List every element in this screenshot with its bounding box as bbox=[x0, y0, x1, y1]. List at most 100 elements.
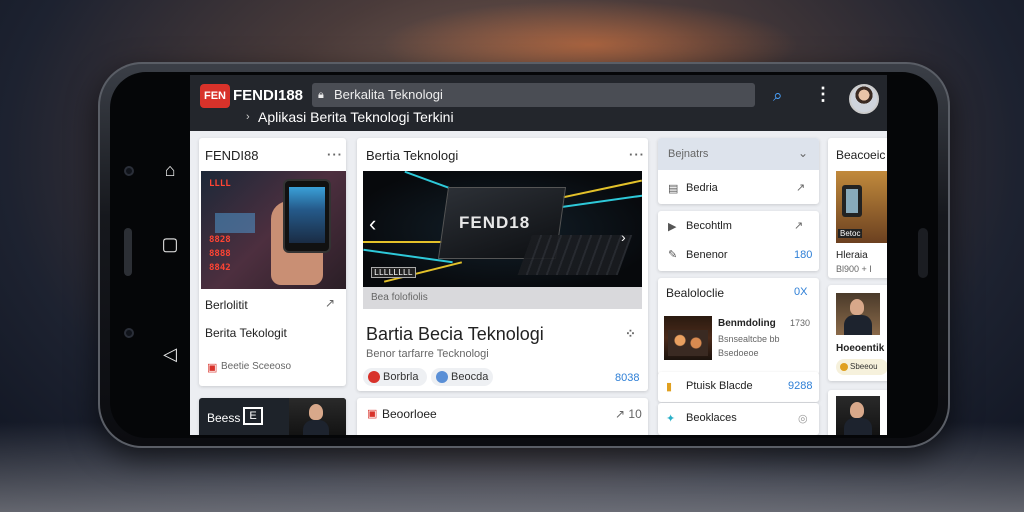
card-more-icon[interactable]: ··· bbox=[629, 147, 645, 162]
comment-label: Beocda bbox=[451, 371, 489, 383]
card-image[interactable]: LLLL 8828 8888 8842 bbox=[201, 171, 346, 289]
settings-icon[interactable]: ◎ bbox=[798, 413, 808, 425]
bookmark-icon: ✦ bbox=[666, 413, 676, 425]
sidebar-menu-card: Bejnatrs ⌄ ▤ Bedria ↗ bbox=[658, 138, 819, 204]
share-icon[interactable]: ↗ bbox=[794, 219, 803, 232]
card-headline[interactable]: Berita Tekologit bbox=[205, 326, 287, 340]
news-card-left-2[interactable]: Beess E bbox=[199, 398, 346, 435]
lock-icon: 🔒︎ bbox=[318, 89, 324, 101]
row-label: Beoklaces bbox=[686, 412, 737, 424]
chip-label: FEND18 bbox=[459, 213, 531, 232]
chevron-right-icon[interactable]: › bbox=[621, 229, 626, 245]
chevron-down-icon: ⌄ bbox=[798, 146, 809, 160]
image-text: 8842 bbox=[209, 263, 231, 273]
phone-nav-bar: ⌂ ▢ ◁ bbox=[148, 160, 192, 380]
sidebar-item-2[interactable]: Becohtlm bbox=[686, 220, 732, 232]
share-icon[interactable]: ↗ bbox=[796, 181, 805, 194]
image-text: 8828 bbox=[209, 235, 231, 245]
side-button bbox=[124, 228, 132, 276]
url-text: Berkalita Teknologi bbox=[334, 87, 443, 102]
speaker-slot bbox=[918, 228, 928, 278]
featured-article-card[interactable]: Bertia Teknologi ··· FEND18 ‹ › LLLLLLLL… bbox=[357, 138, 648, 391]
app-logo[interactable]: FEN bbox=[200, 84, 230, 108]
card-image[interactable]: Betoc bbox=[836, 171, 887, 243]
url-bar[interactable]: 🔒︎ Berkalita Teknologi bbox=[312, 83, 755, 107]
grid-menu-icon[interactable]: ⁘ bbox=[625, 326, 637, 342]
dropdown-value: Bejnatrs bbox=[668, 148, 709, 160]
card-sub: Hleraia bbox=[836, 250, 868, 261]
home-icon[interactable]: ⌂ bbox=[160, 160, 180, 180]
image-tag: LLLLLLLL bbox=[371, 267, 416, 278]
image-text: LLLL bbox=[209, 179, 231, 189]
share-icon[interactable]: ↗ 10 bbox=[615, 407, 642, 421]
card-title: FENDI88 bbox=[205, 148, 259, 163]
section-meta: 0X bbox=[794, 286, 808, 298]
card-image bbox=[289, 398, 346, 435]
sidebar-row-2[interactable]: ✦ Beoklaces ◎ bbox=[658, 403, 819, 435]
video-icon: ▶ bbox=[668, 221, 677, 233]
category-dropdown[interactable]: Bejnatrs ⌄ bbox=[658, 138, 819, 170]
tag-label: Borbrla bbox=[383, 371, 419, 383]
app-screen: FEN FENDI188 🔒︎ Berkalita Teknologi ⌕ ⋮ … bbox=[190, 75, 887, 435]
featured-image[interactable]: FEND18 ‹ › LLLLLLLL bbox=[363, 171, 642, 287]
back-icon[interactable]: ◁ bbox=[160, 344, 180, 364]
card-caption: Hoeoentik bbox=[836, 343, 885, 354]
image-caption: Bea folofiolis bbox=[371, 292, 428, 303]
avatar[interactable] bbox=[849, 84, 879, 114]
sidebar-item-1[interactable]: Bedria bbox=[686, 182, 718, 194]
card-image[interactable] bbox=[836, 396, 880, 435]
news-title[interactable]: Benmdoling bbox=[718, 318, 776, 329]
card-label: Berlolitit bbox=[205, 298, 248, 312]
tag-dot-icon bbox=[840, 363, 848, 371]
sidebar-list-card: ▶ Becohtlm ↗ ✎ Benenor 180 bbox=[658, 211, 819, 271]
card-footer: Beetie Sceeoso bbox=[221, 361, 292, 372]
row-meta: 9288 bbox=[788, 380, 813, 392]
camera-icon bbox=[124, 166, 134, 176]
card-title: Bertia Teknologi bbox=[366, 148, 459, 163]
news-card-left[interactable]: FENDI88 ··· LLLL 8828 8888 8842 Berlolit… bbox=[199, 138, 346, 386]
news-subtext: Bsedoeoe bbox=[718, 348, 759, 358]
caption-bar: Bea folofiolis bbox=[363, 287, 642, 309]
card-image[interactable] bbox=[836, 293, 880, 335]
comment-pill[interactable]: Beocda bbox=[431, 368, 493, 386]
card-more-icon[interactable]: ··· bbox=[327, 147, 343, 162]
tag-icon: ▣ bbox=[367, 408, 378, 420]
card-title: Beacoeic bbox=[836, 148, 886, 162]
comment-icon bbox=[436, 371, 448, 383]
news-icon: ▤ bbox=[668, 183, 679, 195]
share-icon[interactable]: ↗ bbox=[325, 296, 335, 310]
search-icon[interactable]: ⌕ bbox=[773, 86, 783, 106]
news-subtext: Bsnsealtcbe bb bbox=[718, 334, 780, 344]
recent-apps-icon[interactable]: ▢ bbox=[160, 234, 180, 254]
page-subtitle: Aplikasi Berita Teknologi Terkini bbox=[258, 109, 454, 125]
row-label: Ptuisk Blacde bbox=[686, 380, 753, 392]
image-caption: Betoc bbox=[838, 229, 863, 238]
sidebar-item-3[interactable]: Benenor bbox=[686, 249, 728, 261]
news-thumbnail[interactable] bbox=[664, 316, 712, 360]
headline[interactable]: Bartia Becia Teknologi bbox=[366, 324, 544, 345]
browser-top-bar: FEN FENDI188 🔒︎ Berkalita Teknologi ⌕ ⋮ … bbox=[190, 75, 887, 131]
tag-pill[interactable]: Borbrla bbox=[363, 368, 427, 386]
more-menu-icon[interactable]: ⋮ bbox=[814, 84, 832, 105]
edit-icon[interactable]: E bbox=[243, 407, 263, 425]
chevron-left-icon[interactable]: ‹ bbox=[369, 211, 376, 237]
brand-name[interactable]: FENDI188 bbox=[233, 87, 303, 104]
news-time: 1730 bbox=[790, 318, 811, 328]
card-label: Beoorloee bbox=[382, 407, 437, 421]
right-column-card-2[interactable]: Hoeoentik Sbeeou bbox=[828, 285, 887, 381]
right-column-card-3[interactable] bbox=[828, 390, 887, 435]
tag-dot-icon bbox=[368, 371, 380, 383]
item-count: 180 bbox=[794, 249, 813, 261]
card-meta: Bl900 + I bbox=[836, 264, 872, 274]
subheadline: Benor tarfarre Tecknologi bbox=[366, 348, 489, 360]
card-title: Beess bbox=[207, 411, 241, 425]
sidebar-row-1[interactable]: ▮ Ptuisk Blacde 9288 bbox=[658, 372, 819, 402]
tag-pill[interactable]: Sbeeou bbox=[836, 359, 887, 375]
chart-icon: ▮ bbox=[666, 381, 673, 393]
tag-label: Sbeeou bbox=[850, 362, 878, 371]
sidebar-news-card: Bealoloclie 0X Benmdoling 1730 Bsnsealtc… bbox=[658, 278, 819, 375]
image-text: 8888 bbox=[209, 249, 231, 259]
right-column-card[interactable]: Beacoeic Betoc Hleraia Bl900 + I bbox=[828, 138, 887, 278]
view-count: 8038 bbox=[615, 372, 640, 384]
article-card-2[interactable]: ▣ Beoorloee ↗ 10 bbox=[357, 398, 648, 435]
